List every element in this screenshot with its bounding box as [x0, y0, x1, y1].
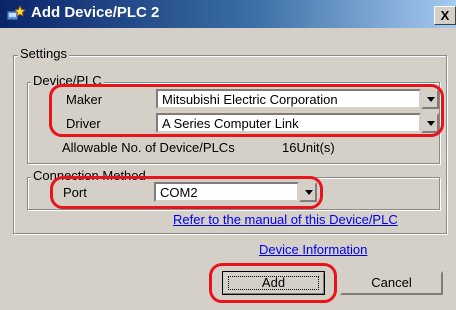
- driver-select[interactable]: A Series Computer Link: [156, 113, 421, 133]
- port-dropdown-button[interactable]: [299, 182, 317, 202]
- port-select[interactable]: COM2: [154, 182, 299, 202]
- port-label: Port: [63, 185, 87, 200]
- cancel-button[interactable]: Cancel: [340, 271, 443, 295]
- settings-group-label: Settings: [18, 46, 69, 61]
- close-icon: X: [440, 7, 450, 23]
- title-bar: Add Device/PLC 2 X: [0, 0, 456, 28]
- focus-rectangle: [228, 276, 319, 290]
- allowable-value: 16Unit(s): [282, 140, 335, 155]
- maker-label: Maker: [66, 92, 103, 107]
- add-device-icon: [6, 5, 26, 23]
- connection-method-group-label: Connection Method: [31, 168, 148, 183]
- device-information-link[interactable]: Device Information: [259, 242, 367, 257]
- driver-dropdown-button[interactable]: [421, 113, 439, 133]
- manual-link[interactable]: Refer to the manual of this Device/PLC: [173, 212, 398, 227]
- cancel-button-label: Cancel: [371, 275, 412, 290]
- window-title: Add Device/PLC 2: [31, 4, 160, 21]
- allowable-label: Allowable No. of Device/PLCs: [62, 140, 235, 155]
- driver-label: Driver: [66, 116, 101, 131]
- add-button[interactable]: Add: [222, 271, 325, 295]
- maker-select[interactable]: Mitsubishi Electric Corporation: [156, 89, 421, 109]
- device-plc-group-label: Device/PLC: [31, 73, 104, 88]
- close-button[interactable]: X: [434, 6, 456, 25]
- maker-dropdown-button[interactable]: [421, 89, 439, 109]
